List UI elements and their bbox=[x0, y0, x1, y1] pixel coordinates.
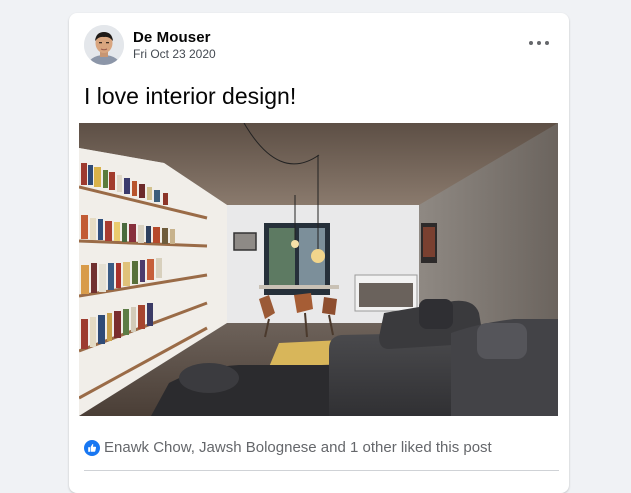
more-dot bbox=[537, 41, 541, 45]
more-dot bbox=[545, 41, 549, 45]
author-name[interactable]: De Mouser bbox=[133, 29, 211, 46]
divider bbox=[84, 470, 559, 471]
post-date[interactable]: Fri Oct 23 2020 bbox=[133, 47, 216, 61]
post-photo[interactable] bbox=[79, 123, 558, 416]
post-card: De Mouser Fri Oct 23 2020 I love interio… bbox=[69, 13, 569, 493]
post-text: I love interior design! bbox=[84, 83, 297, 109]
more-dot bbox=[529, 41, 533, 45]
likes-text[interactable]: Enawk Chow, Jawsh Bolognese and 1 other … bbox=[104, 439, 492, 456]
more-options-icon[interactable] bbox=[529, 35, 549, 51]
likes-summary: Enawk Chow, Jawsh Bolognese and 1 other … bbox=[84, 439, 492, 456]
avatar[interactable] bbox=[84, 25, 124, 65]
thumbs-up-icon bbox=[84, 439, 100, 456]
